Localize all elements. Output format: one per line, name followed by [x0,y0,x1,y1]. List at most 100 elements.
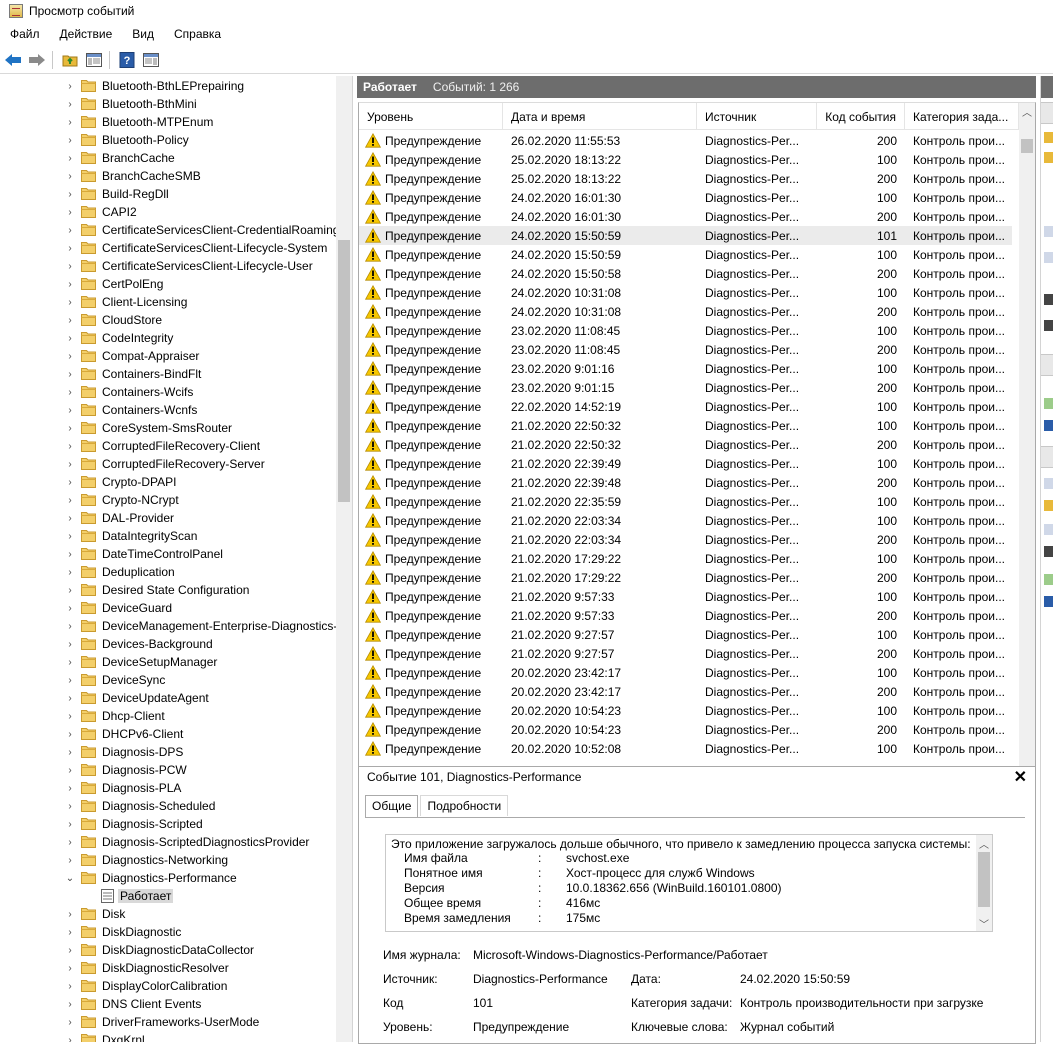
chevron-right-icon[interactable]: › [64,728,76,740]
chevron-right-icon[interactable]: › [64,296,76,308]
chevron-right-icon[interactable]: › [64,746,76,758]
table-row[interactable]: Предупреждение 22.02.2020 14:52:19 Diagnos… [359,397,1012,416]
action-icon[interactable] [1044,500,1053,511]
table-row[interactable]: Предупреждение 21.02.2020 22:35:59 Diagnos… [359,492,1012,511]
table-row[interactable]: Предупреждение 24.02.2020 15:50:58 Diagnos… [359,264,1012,283]
chevron-right-icon[interactable]: › [64,854,76,866]
tree-item-folder[interactable]: › DeviceUpdateAgent [0,689,336,707]
chevron-right-icon[interactable]: › [64,548,76,560]
column-header-event-id[interactable]: Код события [817,103,905,129]
table-row[interactable]: Предупреждение 21.02.2020 9:57:33 Diagnost… [359,606,1012,625]
chevron-right-icon[interactable]: › [64,224,76,236]
tree-item-folder[interactable]: › Bluetooth-MTPEnum [0,113,336,131]
chevron-right-icon[interactable]: › [64,134,76,146]
action-icon[interactable] [1044,574,1053,585]
chevron-up-icon[interactable]: ︿ [976,835,992,851]
action-icon[interactable] [1044,294,1053,305]
chevron-right-icon[interactable]: › [64,152,76,164]
tree-item-folder[interactable]: › Crypto-DPAPI [0,473,336,491]
chevron-right-icon[interactable]: › [64,368,76,380]
chevron-right-icon[interactable]: › [64,944,76,956]
chevron-right-icon[interactable]: › [64,818,76,830]
tree-scroll-thumb[interactable] [338,240,350,502]
menu-view[interactable]: Вид [122,27,164,41]
chevron-right-icon[interactable]: › [64,782,76,794]
chevron-right-icon[interactable]: › [64,350,76,362]
tree-item-folder[interactable]: › CAPI2 [0,203,336,221]
menu-help[interactable]: Справка [164,27,231,41]
tree-item-folder[interactable]: › Containers-Wcifs [0,383,336,401]
table-row[interactable]: Предупреждение 24.02.2020 16:01:30 Diagnos… [359,207,1012,226]
tree-item-folder[interactable]: › BranchCacheSMB [0,167,336,185]
chevron-right-icon[interactable]: › [64,710,76,722]
tree-item-log[interactable]: Работает [0,887,336,905]
table-row[interactable]: Предупреждение 20.02.2020 10:54:23 Diagnos… [359,701,1012,720]
chevron-right-icon[interactable]: › [64,332,76,344]
chevron-right-icon[interactable]: › [64,998,76,1010]
tree-item-folder[interactable]: › DeviceSync [0,671,336,689]
description-scroll-thumb[interactable] [978,852,990,907]
table-row[interactable]: Предупреждение 21.02.2020 17:29:22 Diagnos… [359,568,1012,587]
chevron-right-icon[interactable]: › [64,494,76,506]
tree-item-folder[interactable]: › CoreSystem-SmsRouter [0,419,336,437]
table-row[interactable]: Предупреждение 20.02.2020 10:54:23 Diagnos… [359,720,1012,739]
chevron-right-icon[interactable]: › [64,206,76,218]
tree-item-folder[interactable]: › Diagnosis-DPS [0,743,336,761]
menu-action[interactable]: Действие [50,27,123,41]
chevron-right-icon[interactable]: › [64,638,76,650]
tree-item-folder[interactable]: › Crypto-NCrypt [0,491,336,509]
table-row[interactable]: Предупреждение 23.02.2020 9:01:16 Diagnost… [359,359,1012,378]
menu-file[interactable]: Файл [0,27,50,41]
table-row[interactable]: Предупреждение 21.02.2020 22:50:32 Diagnos… [359,435,1012,454]
chevron-right-icon[interactable]: › [64,980,76,992]
tree-item-folder[interactable]: › DataIntegrityScan [0,527,336,545]
chevron-right-icon[interactable]: › [64,170,76,182]
chevron-right-icon[interactable]: › [64,476,76,488]
tree-item-folder[interactable]: › BranchCache [0,149,336,167]
table-row[interactable]: Предупреждение 21.02.2020 22:50:32 Diagnos… [359,416,1012,435]
tree-item-folder[interactable]: › Diagnosis-Scheduled [0,797,336,815]
action-icon[interactable] [1044,132,1053,143]
action-icon[interactable] [1044,398,1053,409]
table-row[interactable]: Предупреждение 23.02.2020 11:08:45 Diagnos… [359,340,1012,359]
chevron-down-icon[interactable]: ﹀ [976,915,992,931]
table-row[interactable]: Предупреждение 21.02.2020 22:03:34 Diagnos… [359,511,1012,530]
tree-item-folder[interactable]: › Diagnosis-PCW [0,761,336,779]
column-header-task-category[interactable]: Категория зада... [905,103,1019,129]
tree-item-folder[interactable]: › DeviceGuard [0,599,336,617]
chevron-right-icon[interactable]: › [64,692,76,704]
tree-item-folder[interactable]: › CertificateServicesClient-Lifecycle-Use… [0,257,336,275]
chevron-right-icon[interactable]: › [64,764,76,776]
chevron-right-icon[interactable]: › [64,80,76,92]
chevron-right-icon[interactable]: › [64,440,76,452]
tree-item-folder[interactable]: › Desired State Configuration [0,581,336,599]
up-button[interactable] [59,49,81,71]
tree-item-folder[interactable]: › CloudStore [0,311,336,329]
action-icon[interactable] [1044,546,1053,557]
show-hide-tree-button[interactable] [83,49,105,71]
chevron-down-icon[interactable]: ⌄ [64,872,76,884]
table-row[interactable]: Предупреждение 24.02.2020 10:31:08 Diagnos… [359,302,1012,321]
chevron-right-icon[interactable]: › [64,620,76,632]
back-button[interactable] [2,49,24,71]
action-icon[interactable] [1044,226,1053,237]
chevron-right-icon[interactable]: › [64,386,76,398]
table-row[interactable]: Предупреждение 21.02.2020 22:39:49 Diagnos… [359,454,1012,473]
column-header-source[interactable]: Источник [697,103,817,129]
column-header-datetime[interactable]: Дата и время [503,103,697,129]
tree-item-folder[interactable]: › DiskDiagnosticResolver [0,959,336,977]
tree-item-folder[interactable]: › DiskDiagnostic [0,923,336,941]
tree-item-folder[interactable]: › Devices-Background [0,635,336,653]
table-row[interactable]: Предупреждение 21.02.2020 9:27:57 Diagnost… [359,625,1012,644]
chevron-right-icon[interactable]: › [64,602,76,614]
tree-item-folder[interactable]: › CorruptedFileRecovery-Client [0,437,336,455]
tab-details[interactable]: Подробности [420,795,509,816]
table-row[interactable]: Предупреждение 25.02.2020 18:13:22 Diagnos… [359,169,1012,188]
table-row[interactable]: Предупреждение 25.02.2020 18:13:22 Diagnos… [359,150,1012,169]
close-icon[interactable]: ✕ [1014,767,1027,787]
chevron-right-icon[interactable]: › [64,1016,76,1028]
chevron-right-icon[interactable]: › [64,404,76,416]
tree-item-folder[interactable]: › DiskDiagnosticDataCollector [0,941,336,959]
chevron-up-icon[interactable]: ︿ [1019,103,1035,119]
description-scrollbar[interactable]: ︿ ﹀ [976,835,992,931]
